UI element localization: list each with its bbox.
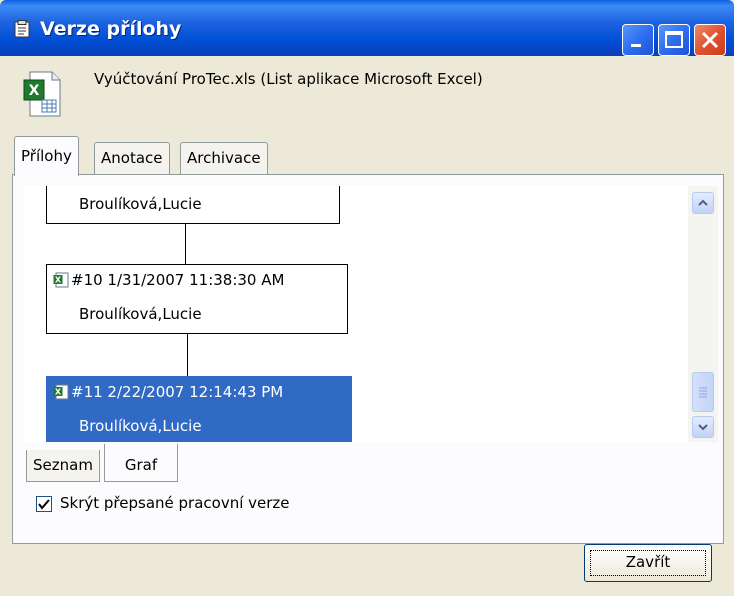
version-graph[interactable]: Broulíková,Lucie X #10 1/31/2007 11:38:3… [24, 186, 688, 442]
tab-label: Graf [124, 456, 158, 474]
svg-text:X: X [55, 276, 62, 285]
svg-text:X: X [55, 388, 62, 397]
hide-overwritten-checkbox[interactable] [36, 496, 52, 512]
window-title: Verze přílohy [40, 18, 182, 40]
minimize-button[interactable] [622, 24, 654, 56]
chevron-up-icon [698, 199, 708, 206]
close-button[interactable]: Zavřít [584, 544, 712, 582]
svg-text:X: X [29, 83, 40, 99]
tab-label: Anotace [101, 149, 163, 167]
vertical-scrollbar[interactable] [688, 186, 718, 442]
tab-graf[interactable]: Graf [104, 444, 178, 482]
excel-small-icon: X [53, 384, 69, 400]
excel-file-icon: X [23, 71, 61, 117]
tab-label: Seznam [33, 456, 93, 474]
tab-seznam[interactable]: Seznam [26, 450, 100, 482]
version-node[interactable]: Broulíková,Lucie [46, 186, 340, 224]
close-window-button[interactable] [694, 24, 726, 56]
grip-icon [699, 387, 707, 398]
version-node[interactable]: X #10 1/31/2007 11:38:30 AM Broulíková,L… [46, 264, 348, 334]
maximize-button[interactable] [658, 24, 690, 56]
scroll-thumb[interactable] [692, 372, 714, 412]
tab-anotace[interactable]: Anotace [94, 142, 170, 174]
dialog-window: Verze přílohy X Vyúčtování ProTec.xls (L… [0, 0, 734, 596]
title-bar[interactable]: Verze přílohy [0, 0, 734, 56]
scroll-up-button[interactable] [692, 192, 714, 214]
version-header-text: #11 2/22/2007 12:14:43 PM [71, 383, 284, 401]
tab-label: Archivace [187, 149, 261, 167]
version-author: Broulíková,Lucie [79, 417, 202, 435]
version-author: Broulíková,Lucie [79, 305, 202, 323]
minimize-icon [631, 44, 641, 47]
scroll-down-button[interactable] [692, 416, 714, 438]
maximize-icon [665, 31, 683, 48]
tab-label: Přílohy [21, 147, 72, 165]
chevron-down-icon [698, 424, 708, 431]
tab-archivace[interactable]: Archivace [180, 142, 268, 174]
excel-small-icon: X [53, 272, 69, 288]
tab-prilohy[interactable]: Přílohy [14, 136, 79, 176]
version-header-text: #10 1/31/2007 11:38:30 AM [71, 271, 285, 289]
checkmark-icon [38, 499, 50, 510]
graph-connector [185, 224, 186, 264]
version-header: X #10 1/31/2007 11:38:30 AM [53, 271, 284, 289]
hide-overwritten-label[interactable]: Skrýt přepsané pracovní verze [60, 494, 290, 512]
version-header: X #11 2/22/2007 12:14:43 PM [53, 383, 283, 401]
graph-connector [187, 334, 188, 376]
clipboard-icon [14, 20, 30, 38]
close-button-label: Zavřít [625, 553, 671, 571]
version-author: Broulíková,Lucie [79, 195, 202, 213]
close-icon [701, 31, 719, 49]
file-description: Vyúčtování ProTec.xls (List aplikace Mic… [94, 70, 483, 88]
version-node-selected[interactable]: X #11 2/22/2007 12:14:43 PM Broulíková,L… [46, 376, 352, 442]
